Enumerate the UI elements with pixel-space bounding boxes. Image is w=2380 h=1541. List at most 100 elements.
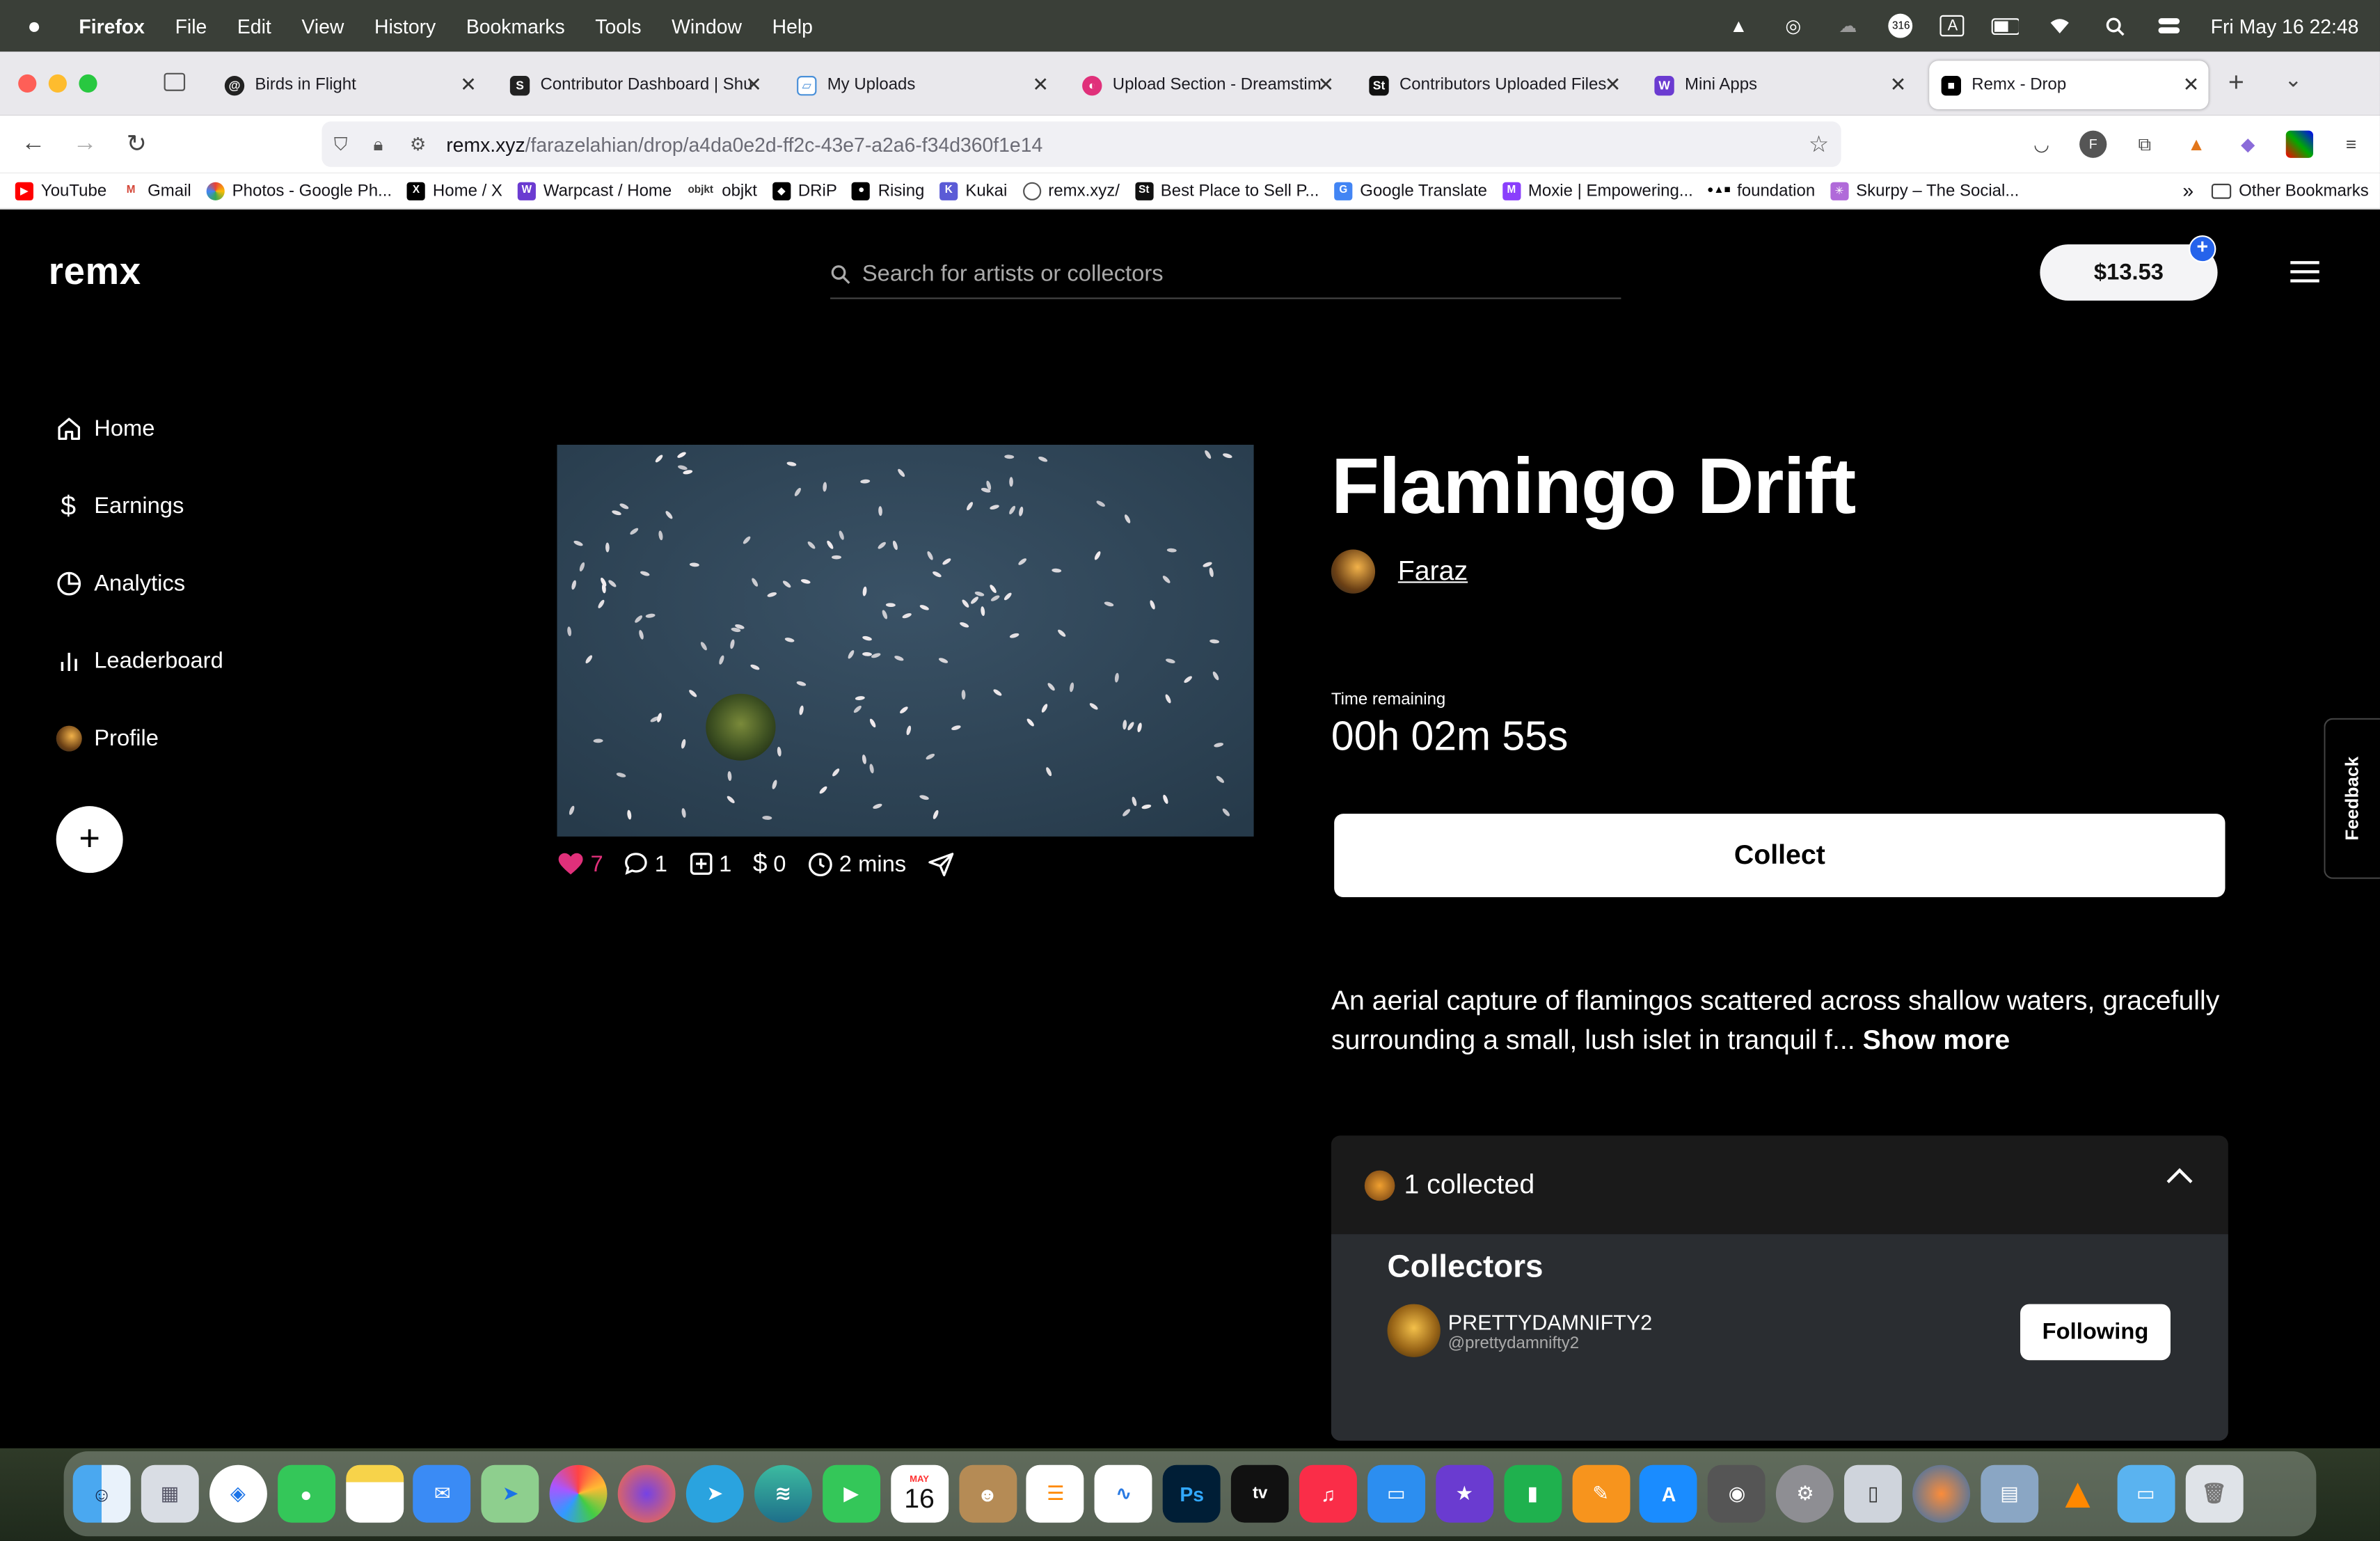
collect-button[interactable]: Collect [1334,814,2226,898]
metamask-icon[interactable]: ▲ [2182,131,2210,158]
artist-avatar[interactable] [1331,549,1376,594]
menu-edit[interactable]: Edit [237,15,271,38]
freeform-icon[interactable]: ∿ [1095,1464,1153,1523]
preview-icon[interactable]: ▤ [1981,1464,2039,1523]
tab-dreamstime-upload[interactable]: ◐ Upload Section - Dreamstim ✕ [1070,61,1344,109]
menu-window[interactable]: Window [672,15,742,38]
vlc-icon[interactable]: ▲ [2049,1465,2107,1523]
photoshop-icon[interactable]: Ps [1163,1464,1221,1523]
artist-link[interactable]: Faraz [1398,555,1468,587]
bookmark-drip[interactable]: ◆ DRiP [772,181,837,200]
collector-row[interactable]: PRETTYDAMNIFTY2 @prettydamnifty2 [1387,1304,1653,1357]
tab-mini-apps[interactable]: W Mini Apps ✕ [1642,61,1916,109]
zoom-window-icon[interactable] [79,74,97,93]
iphone-mirroring-icon[interactable]: ▯ [1844,1464,1903,1523]
keynote-icon[interactable]: ▭ [1367,1464,1425,1523]
pocket-icon[interactable]: ◡ [2028,131,2055,158]
sidebar-item-home[interactable]: Home [55,390,223,468]
bookmark-objkt[interactable]: objkt objkt [687,181,757,200]
bookmark-moxie[interactable]: M Moxie | Empowering... [1502,181,1693,200]
tab-remx-drop[interactable]: ■ Remx - Drop ✕ [1929,61,2209,110]
remx-logo[interactable]: remx [49,251,141,294]
calendar-icon[interactable]: MAY 16 [890,1464,949,1523]
sidebar-item-profile[interactable]: Profile [55,700,223,777]
close-window-icon[interactable] [18,74,37,93]
tab-contributors-uploaded[interactable]: St Contributors Uploaded Files ✕ [1357,61,1631,109]
bookmark-kukai[interactable]: K Kukai [939,181,1007,200]
minimize-window-icon[interactable] [48,74,67,93]
cloud-icon[interactable]: ☁ [1834,15,1862,37]
mail-icon[interactable]: ✉ [413,1464,472,1523]
url-bar[interactable]: ⛉ 🔒︎ ⚙ remx.xyz/farazelahian/drop/a4da0e… [322,121,1841,167]
list-tabs-icon[interactable]: ⌄ [2285,67,2303,93]
finder-icon[interactable]: ☺ [72,1464,131,1523]
bookmark-x[interactable]: X Home / X [406,181,502,200]
collector-avatar[interactable] [1387,1304,1441,1357]
bookmark-google-photos[interactable]: Photos - Google Ph... [206,181,392,200]
menubar-clock[interactable]: Fri May 16 22:48 [2211,15,2359,38]
globe-app-icon[interactable] [1912,1464,1971,1523]
color-extension-icon[interactable] [2285,130,2313,158]
app-menu-icon[interactable]: ≡ [2338,131,2365,158]
control-center-icon[interactable] [2156,15,2183,37]
maps-icon[interactable]: ➤ [482,1464,540,1523]
search-input[interactable]: Search for artists or collectors [830,251,1621,299]
input-source-icon[interactable]: A [1940,15,1965,37]
imovie-icon[interactable]: ★ [1435,1464,1493,1523]
apple-tv-icon[interactable]: tv [1231,1464,1290,1523]
collects-button[interactable]: 1 [689,851,731,877]
numbers-icon[interactable]: ▮ [1503,1464,1562,1523]
reminders-icon[interactable]: ☰ [1026,1464,1085,1523]
music-icon[interactable]: ♫ [1299,1464,1357,1523]
facetime-icon[interactable]: ▶ [822,1464,880,1523]
battery-icon[interactable] [1992,15,2020,37]
trash-icon[interactable]: 🗑︎ [2184,1464,2243,1523]
menu-app-name[interactable]: Firefox [79,15,145,38]
create-button[interactable]: + [56,806,123,874]
firefox-icon[interactable] [617,1464,676,1523]
collectors-panel-header[interactable]: 1 collected [1331,1135,2228,1234]
messages-icon[interactable]: ● [277,1464,335,1523]
permissions-icon[interactable]: ⚙ [410,134,434,155]
settings-icon[interactable]: ⚙ [1776,1464,1834,1523]
collector-name[interactable]: PRETTYDAMNIFTY2 [1448,1309,1653,1334]
bookmarks-overflow-icon[interactable]: » [2182,179,2193,202]
bookmark-google-translate[interactable]: G Google Translate [1334,181,1487,200]
vlc-status-icon[interactable]: ▲ [1725,15,1752,37]
app-store-icon[interactable]: A [1640,1464,1698,1523]
show-more-link[interactable]: Show more [1863,1025,2010,1055]
extensions-icon[interactable]: ⧉ [2131,131,2158,158]
bookmark-gmail[interactable]: M Gmail [121,181,191,200]
menu-help[interactable]: Help [772,15,813,38]
reload-icon[interactable]: ↻ [111,129,162,159]
back-icon[interactable]: ← [8,131,59,158]
comments-button[interactable]: 1 [624,851,667,877]
forward-icon[interactable]: → [59,131,111,158]
bookmark-skurpy[interactable]: ✳ Skurpy – The Social... [1830,181,2019,200]
artwork-image[interactable] [557,445,1254,837]
bookmark-warpcast[interactable]: W Warpcast / Home [517,181,672,200]
launchpad-icon[interactable]: ▦ [141,1464,199,1523]
following-button[interactable]: Following [2020,1304,2171,1361]
feedback-tab[interactable]: Feedback [2324,718,2380,879]
status-app-icon[interactable]: ◎ [1779,15,1807,37]
sidebar-item-analytics[interactable]: Analytics [55,545,223,622]
new-tab-icon[interactable]: + [2228,67,2244,99]
close-tab-icon[interactable]: ✕ [1317,73,1334,97]
bookmark-youtube[interactable]: ▶ YouTube [15,181,106,200]
apple-icon[interactable]: ● [27,13,49,39]
notes-icon[interactable] [345,1464,404,1523]
hamburger-menu-icon[interactable] [2290,261,2319,283]
pages-icon[interactable]: ✎ [1571,1464,1630,1523]
add-funds-icon[interactable]: + [2189,235,2216,263]
bookmark-star-icon[interactable]: ☆ [1809,131,1829,158]
account-icon[interactable]: F [2079,130,2107,158]
sidebar-item-leaderboard[interactable]: Leaderboard [55,622,223,700]
url-text[interactable]: remx.xyz/farazelahian/drop/a4da0e2d-ff2c… [446,133,1042,156]
share-button[interactable] [928,851,955,877]
spotlight-icon[interactable] [2102,15,2129,37]
contacts-icon[interactable]: ☻ [958,1464,1017,1523]
bookmark-best-place[interactable]: St Best Place to Sell P... [1134,181,1319,200]
shield-icon[interactable]: ⛉ [334,133,356,156]
telegram-icon[interactable]: ➤ [685,1464,744,1523]
